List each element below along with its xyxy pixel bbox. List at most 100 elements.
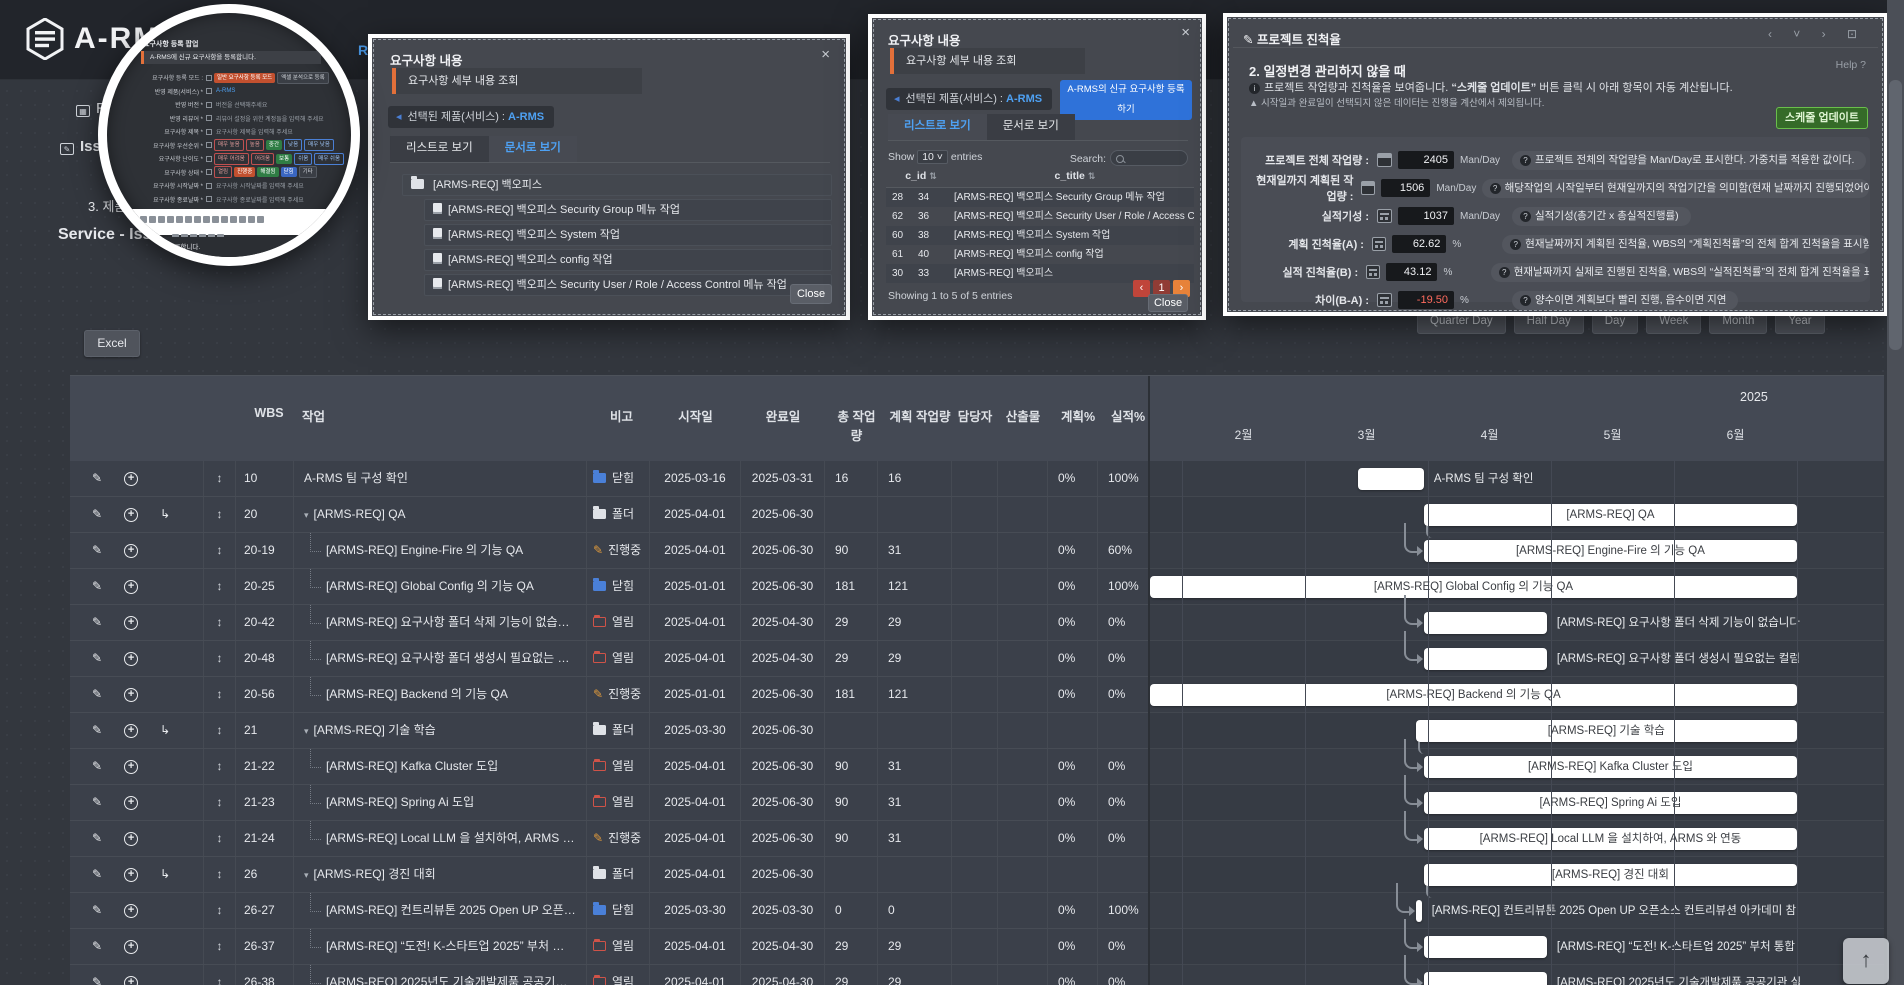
toolbar-icon[interactable] (131, 216, 138, 223)
loupe-chip[interactable]: 일반 요구사항 등록 모드 (214, 73, 275, 83)
gantt-bar[interactable]: [ARMS-REQ] Engine-Fire 의 기능 QA (1424, 540, 1797, 562)
loupe-field-value[interactable]: 요구사항 제목을 입력해 주세요 (216, 127, 293, 136)
task-cell[interactable]: [ARMS-REQ] Engine-Fire 의 기능 QA (294, 533, 587, 568)
add-row-icon[interactable]: + (124, 616, 138, 630)
loupe-chip[interactable]: 엑셀 분석으로 등록 (277, 72, 329, 84)
folder-caret-icon[interactable]: ▾ (304, 726, 309, 736)
toolbar-icon[interactable] (149, 216, 156, 223)
gantt-bar[interactable]: [ARMS-REQ] 기술 학습 (1416, 720, 1797, 742)
edit-row-icon[interactable]: ✎ (92, 497, 102, 532)
add-row-icon[interactable]: + (124, 940, 138, 954)
table-row[interactable]: ✎+↕20-48[ARMS-REQ] 요구사항 폴더 생성시 필요없는 …열림2… (70, 641, 1148, 677)
add-row-icon[interactable]: + (124, 796, 138, 810)
table-row[interactable]: ✎+↕21-24[ARMS-REQ] Local LLM 을 설치하여, ARM… (70, 821, 1148, 857)
column-header-5[interactable]: 총 작업량 (825, 376, 878, 461)
requirement-list-row[interactable]: 6140[ARMS-REQ] 백오피스 config 작업 (886, 245, 1194, 264)
move-row-icon[interactable]: ↕ (204, 533, 236, 568)
task-cell[interactable]: [ARMS-REQ] 요구사항 폴더 생성시 필요없는 … (294, 641, 587, 676)
table-row[interactable]: ✎+↳↕26▾[ARMS-REQ] 경진 대회폴더2025-04-012025-… (70, 857, 1148, 893)
loupe-field-value[interactable]: 버전을 선택해주세요 (216, 100, 267, 109)
loupe-chip[interactable]: 높음 (246, 139, 264, 151)
tree-root-folder[interactable]: [ARMS-REQ] 백오피스 (402, 174, 832, 196)
page-prev-button[interactable]: ‹ (1133, 280, 1150, 297)
loupe-chip[interactable]: 매우 어려움 (214, 153, 249, 165)
column-header-1[interactable]: 작업 (294, 376, 587, 461)
move-row-icon[interactable]: ↕ (204, 497, 236, 532)
edit-row-icon[interactable]: ✎ (92, 641, 102, 676)
toolbar-icon[interactable] (221, 216, 228, 223)
edit-row-icon[interactable]: ✎ (92, 965, 102, 985)
indent-icon[interactable]: ↳ (160, 497, 170, 532)
indent-icon[interactable]: ↳ (160, 857, 170, 892)
table-row[interactable]: ✎+↕21-23[ARMS-REQ] Spring Ai 도입열림2025-04… (70, 785, 1148, 821)
tree-doc-item[interactable]: [ARMS-REQ] 백오피스 Security User / Role / A… (424, 274, 832, 296)
task-cell[interactable]: [ARMS-REQ] 요구사항 폴더 삭제 기능이 없습… (294, 605, 587, 640)
add-row-icon[interactable]: + (124, 652, 138, 666)
table-row[interactable]: ✎+↕20-25[ARMS-REQ] Global Config 의 기능 QA… (70, 569, 1148, 605)
task-cell[interactable]: [ARMS-REQ] 2025년도 기술개발제품 공공기… (294, 965, 587, 985)
gantt-bar[interactable] (1424, 612, 1547, 634)
tree-doc-item[interactable]: [ARMS-REQ] 백오피스 System 작업 (424, 224, 832, 246)
gantt-bar[interactable] (1424, 936, 1547, 958)
task-cell[interactable]: [ARMS-REQ] Backend 의 기능 QA (294, 677, 587, 712)
add-row-icon[interactable]: + (124, 760, 138, 774)
toolbar-icon[interactable] (257, 216, 264, 223)
task-cell[interactable]: [ARMS-REQ] Global Config 의 기능 QA (294, 569, 587, 604)
requirement-list-row[interactable]: 2834[ARMS-REQ] 백오피스 Security Group 메뉴 작업 (886, 188, 1194, 207)
edit-row-icon[interactable]: ✎ (92, 857, 102, 892)
column-header-6[interactable]: 계획 작업량 (878, 376, 952, 461)
toolbar-icon[interactable] (122, 216, 129, 223)
tree-doc-item[interactable]: [ARMS-REQ] 백오피스 Security Group 메뉴 작업 (424, 199, 832, 221)
edit-row-icon[interactable]: ✎ (92, 569, 102, 604)
entries-select[interactable]: 10 ˅ (917, 150, 948, 164)
edit-row-icon[interactable]: ✎ (92, 713, 102, 748)
table-row[interactable]: ✎+↳↕21▾[ARMS-REQ] 기술 학습폴더2025-03-302025-… (70, 713, 1148, 749)
edit-row-icon[interactable]: ✎ (92, 605, 102, 640)
loupe-field-value[interactable]: 리뷰어 설정을 위한 계정들을 입력해 주세요 (216, 114, 324, 123)
column-header-4[interactable]: 완료일 (741, 376, 825, 461)
add-row-icon[interactable]: + (124, 472, 138, 486)
loupe-chip[interactable]: 중간 (266, 140, 282, 150)
task-cell[interactable]: [ARMS-REQ] “도전! K-스타트업 2025” 부처 … (294, 929, 587, 964)
loupe-chip[interactable]: 기타 (299, 166, 317, 178)
move-row-icon[interactable]: ↕ (204, 965, 236, 985)
table-row[interactable]: ✎+↕26-37[ARMS-REQ] “도전! K-스타트업 2025” 부처 … (70, 929, 1148, 965)
move-row-icon[interactable]: ↕ (204, 857, 236, 892)
col-c-title[interactable]: c_title⇅ (956, 170, 1194, 187)
scrollbar-thumb[interactable] (1889, 80, 1902, 350)
toolbar-icon[interactable] (212, 216, 219, 223)
move-row-icon[interactable]: ↕ (204, 461, 236, 496)
task-cell[interactable]: ▾[ARMS-REQ] 경진 대회 (294, 857, 587, 892)
loupe-chip[interactable]: 닫힘 (281, 167, 297, 177)
move-row-icon[interactable]: ↕ (204, 929, 236, 964)
table-row[interactable]: ✎+↳↕20▾[ARMS-REQ] QA폴더2025-04-012025-06-… (70, 497, 1148, 533)
toolbar-icon[interactable] (248, 216, 255, 223)
requirement-list-row[interactable]: 6038[ARMS-REQ] 백오피스 System 작업 (886, 226, 1194, 245)
requirement-list-row[interactable]: 6236[ARMS-REQ] 백오피스 Security User / Role… (886, 207, 1194, 226)
progress-field-value[interactable]: 2405 (1398, 151, 1454, 169)
column-header-7[interactable]: 담당자 (952, 376, 998, 461)
scroll-to-top-button[interactable]: ↑ (1843, 938, 1889, 984)
col-c-id[interactable]: c_id⇅ (886, 170, 956, 187)
column-header-0[interactable]: WBS (236, 376, 294, 461)
add-row-icon[interactable]: + (124, 976, 138, 985)
table-row[interactable]: ✎+↕20-19[ARMS-REQ] Engine-Fire 의 기능 QA✎진… (70, 533, 1148, 569)
loupe-chip[interactable]: 매우 쉬움 (314, 153, 344, 165)
page-scrollbar[interactable] (1887, 0, 1904, 985)
gantt-bar[interactable]: [ARMS-REQ] Global Config 의 기능 QA (1150, 576, 1797, 598)
help-button[interactable]: Help ? (1836, 59, 1866, 71)
gantt-bar[interactable] (1358, 468, 1424, 490)
toolbar-icon[interactable] (230, 216, 237, 223)
column-header-8[interactable]: 산출물 (998, 376, 1048, 461)
loupe-chip[interactable]: 매우 높음 (214, 139, 244, 151)
move-row-icon[interactable]: ↕ (204, 605, 236, 640)
edit-row-icon[interactable]: ✎ (92, 821, 102, 856)
task-cell[interactable]: A-RMS 팀 구성 확인 (294, 461, 587, 496)
dialog1-close-icon[interactable]: × (821, 46, 830, 63)
column-header-2[interactable]: 비고 (587, 376, 650, 461)
toolbar-icon[interactable] (140, 216, 147, 223)
move-row-icon[interactable]: ↕ (204, 749, 236, 784)
loupe-chip[interactable]: 낮음 (284, 139, 302, 151)
gantt-bar[interactable] (1424, 972, 1547, 985)
task-cell[interactable]: ▾[ARMS-REQ] QA (294, 497, 587, 532)
